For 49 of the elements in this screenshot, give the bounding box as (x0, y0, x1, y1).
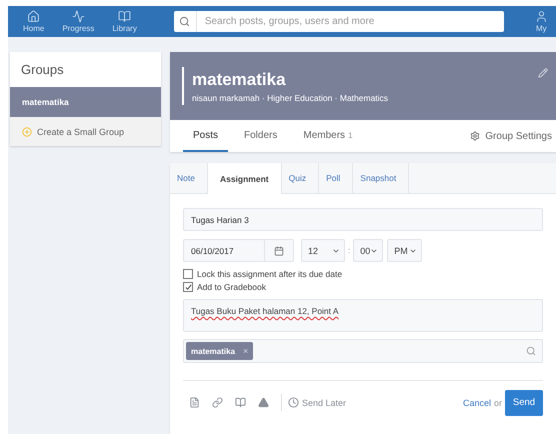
group-tab[interactable]: Folders (234, 120, 288, 152)
group-tab[interactable]: Posts (183, 120, 228, 152)
group-meta: nisaun markamah · Higher Education · Mathematics (192, 92, 388, 102)
panel-title: Groups (20, 61, 65, 79)
remove-button[interactable]: × (243, 346, 248, 356)
date-input[interactable]: 06/10/2017 (184, 240, 264, 261)
group-settings-link[interactable]: Group Settings (470, 120, 552, 152)
settings-icon (470, 131, 480, 141)
edit-icon[interactable] (538, 68, 548, 78)
checkbox[interactable] (183, 282, 193, 292)
send-button[interactable]: Send (505, 390, 543, 416)
create-group-label: Create a Small Group (37, 126, 124, 136)
title-field[interactable]: Tugas Harian 3 (183, 208, 543, 231)
send-later-button[interactable]: Send Later (288, 397, 346, 408)
date-field[interactable]: 06/10/2017 (183, 239, 294, 262)
ampm-select[interactable]: PM (387, 239, 422, 262)
cancel-link[interactable]: Cancel (462, 398, 491, 408)
plus-icon (22, 126, 32, 136)
composer-tab[interactable]: Quiz (282, 163, 320, 193)
library-icon (118, 10, 132, 23)
composer-tab[interactable]: Assignment (208, 163, 282, 194)
recipient-tag: matematika × (186, 342, 254, 360)
search-field[interactable]: Search posts, groups, users and more (174, 11, 504, 32)
group-settings-label: Group Settings (485, 130, 552, 142)
user-icon (534, 10, 548, 23)
checkbox[interactable] (183, 269, 193, 279)
create-group-link[interactable]: Create a Small Group (10, 117, 161, 146)
search-icon (179, 16, 190, 27)
hour-select[interactable]: 12 (301, 239, 345, 262)
home-icon (27, 10, 40, 23)
nav-item[interactable]: Library (103, 10, 146, 33)
progress-icon (72, 10, 85, 23)
composer-tab[interactable]: Snapshot (353, 163, 410, 193)
composer-tab[interactable]: Poll (319, 163, 354, 193)
group-name: matematika (192, 70, 287, 90)
time-separator: : (348, 246, 350, 255)
search-icon (526, 346, 536, 356)
description-field[interactable]: Tugas Buku Paket halaman 12, Point A (183, 299, 543, 332)
checkbox-label: Add to Gradebook (197, 282, 266, 292)
minute-select[interactable]: 00 (353, 239, 384, 262)
nav-item[interactable]: My (526, 10, 556, 33)
nav-item[interactable]: Home (14, 10, 54, 33)
nav-item[interactable]: Progress (53, 10, 104, 33)
recipients-field[interactable]: matematika × (183, 339, 543, 363)
clock-icon (288, 397, 299, 408)
checkbox-label: Lock this assignment after its due date (197, 269, 342, 279)
group-item[interactable]: matematika (10, 87, 161, 117)
group-tab[interactable]: Members 1 (293, 120, 363, 152)
or-text: or (494, 398, 502, 408)
